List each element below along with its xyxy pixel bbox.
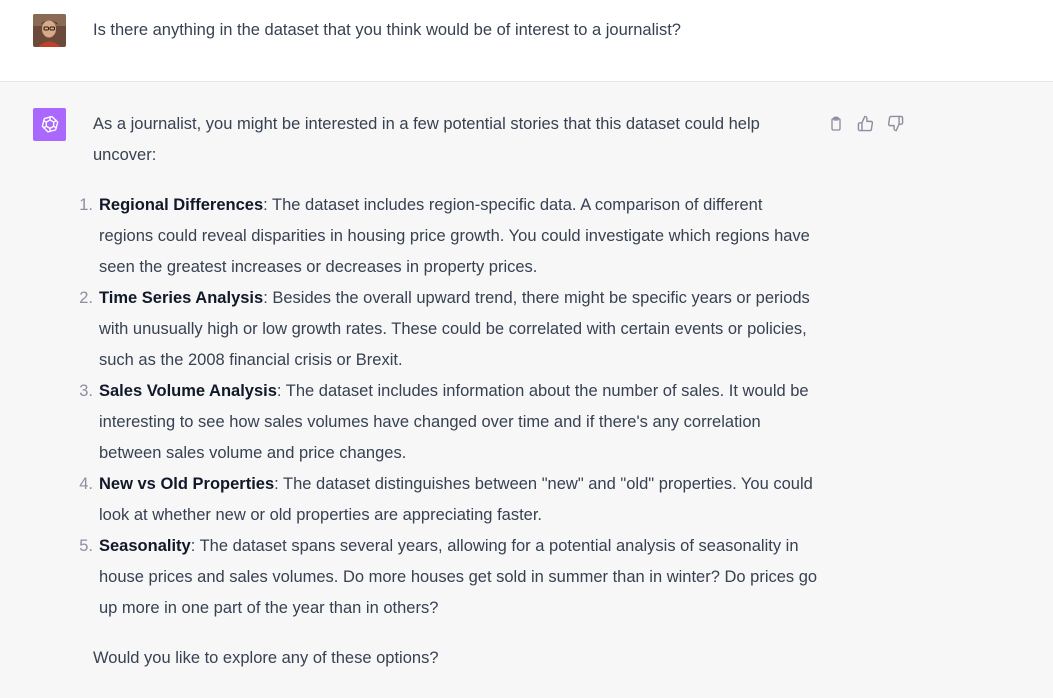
list-item-title: Sales Volume Analysis: [99, 382, 277, 400]
list-number: 4.: [79, 475, 93, 493]
list-item: 1. Regional Differences: The dataset inc…: [79, 190, 818, 283]
list-item-title: Regional Differences: [99, 196, 264, 214]
list-number: 1.: [79, 196, 93, 214]
list-number: 3.: [79, 382, 93, 400]
thumbs-down-button[interactable]: [885, 113, 906, 134]
list-number: 2.: [79, 289, 93, 307]
assistant-outro: Would you like to explore any of these o…: [93, 649, 439, 667]
list-item-text: : The dataset spans several years, allow…: [99, 537, 818, 617]
chatgpt-logo-icon: [33, 108, 66, 141]
list-item: 2. Time Series Analysis: Besides the ove…: [79, 283, 818, 376]
list-item-title: Time Series Analysis: [99, 289, 264, 307]
user-message-row: Is there anything in the dataset that yo…: [0, 0, 1053, 82]
user-message-text: Is there anything in the dataset that yo…: [93, 21, 681, 39]
thumbs-up-icon: [857, 115, 874, 132]
thumbs-down-icon: [887, 115, 904, 132]
list-item: 5. Seasonality: The dataset spans severa…: [79, 531, 818, 624]
list-item: 4. New vs Old Properties: The dataset di…: [79, 469, 818, 531]
list-item-title: New vs Old Properties: [99, 475, 275, 493]
user-avatar: [33, 14, 66, 47]
assistant-intro: As a journalist, you might be interested…: [93, 115, 760, 164]
thumbs-up-button[interactable]: [855, 113, 876, 134]
message-actions: [825, 113, 906, 134]
list-number: 5.: [79, 537, 93, 555]
copy-button[interactable]: [825, 113, 846, 134]
point-list: 1. Regional Differences: The dataset inc…: [79, 190, 818, 624]
assistant-message-row: As a journalist, you might be interested…: [0, 83, 1053, 698]
assistant-message-content: As a journalist, you might be interested…: [79, 109, 818, 674]
list-item-title: Seasonality: [99, 537, 191, 555]
clipboard-icon: [830, 116, 841, 131]
list-item: 3. Sales Volume Analysis: The dataset in…: [79, 376, 818, 469]
